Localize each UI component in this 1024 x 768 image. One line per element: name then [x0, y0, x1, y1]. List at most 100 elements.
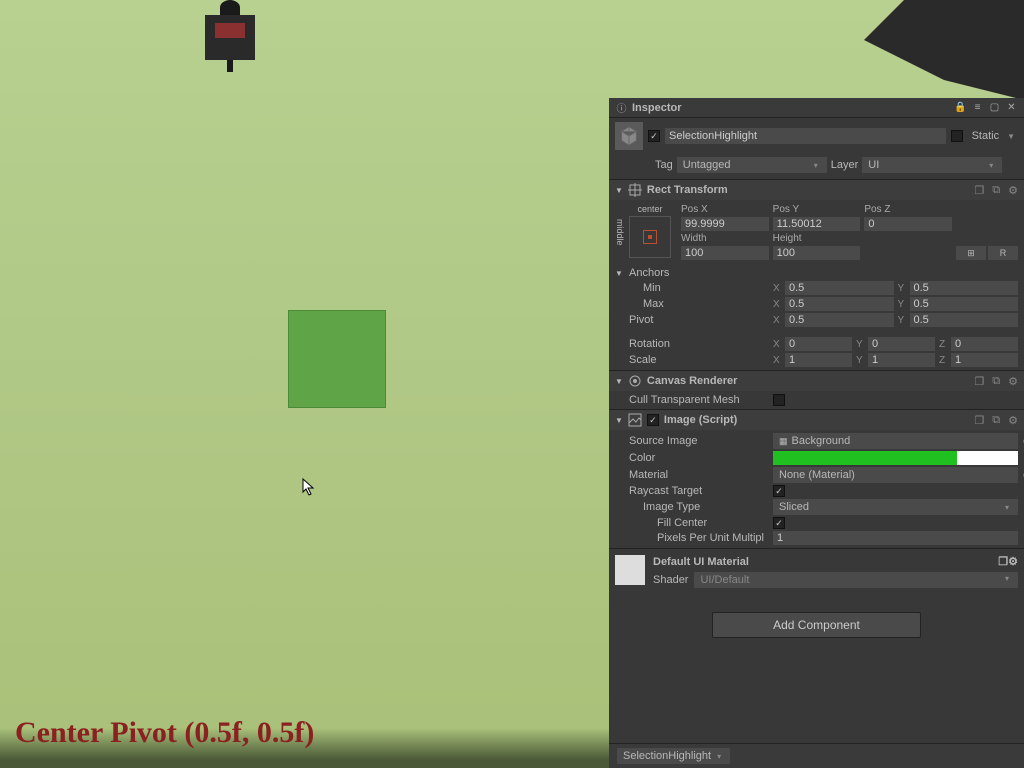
layer-dropdown[interactable]: UI▾	[862, 157, 1002, 173]
height-field[interactable]: 100	[773, 246, 861, 260]
gameobject-enabled-checkbox[interactable]: ✓	[648, 130, 660, 142]
tag-dropdown[interactable]: Untagged▾	[677, 157, 827, 173]
inspector-footer: SelectionHighlight ▾	[609, 743, 1024, 768]
scale-label: Scale	[629, 354, 769, 366]
static-label: Static	[972, 130, 1000, 142]
gameobject-name-field[interactable]: SelectionHighlight	[665, 128, 946, 144]
raw-edit-button[interactable]: R	[988, 246, 1018, 260]
inspector-panel: ⓘ Inspector 🔒 ≡ ▢ ✕ ✓ SelectionHighlight…	[609, 98, 1024, 768]
width-field[interactable]: 100	[681, 246, 769, 260]
inspector-title: Inspector	[632, 102, 682, 114]
anchors-label: Anchors	[629, 267, 769, 279]
color-label: Color	[629, 452, 769, 464]
posx-label: Pos X	[681, 204, 769, 215]
settings-icon[interactable]: ⚙	[1008, 555, 1018, 568]
scene-terrain	[824, 0, 1024, 100]
image-title: Image (Script)	[664, 414, 966, 426]
raycast-label: Raycast Target	[629, 485, 769, 497]
rect-transform-icon	[628, 183, 642, 197]
image-enabled-checkbox[interactable]: ✓	[647, 414, 659, 426]
blueprint-mode-button[interactable]: ⊞	[956, 246, 986, 260]
posx-field[interactable]: 99.9999	[681, 217, 769, 231]
height-label: Height	[773, 233, 861, 244]
fill-center-checkbox[interactable]: ✓	[773, 517, 785, 529]
anchor-preset-v-label: middle	[615, 204, 625, 260]
preset-icon[interactable]: ⧉	[992, 414, 1000, 427]
rotation-x[interactable]: 0	[785, 337, 852, 351]
material-label: Material	[629, 469, 769, 481]
static-checkbox[interactable]	[951, 130, 963, 142]
source-image-field[interactable]: ▦Background ⊙	[773, 433, 1018, 449]
image-type-label: Image Type	[629, 501, 769, 513]
anchor-min-x[interactable]: 0.5	[785, 281, 894, 295]
settings-icon[interactable]: ⚙	[1008, 184, 1018, 197]
close-icon[interactable]: ✕	[1005, 101, 1018, 114]
cull-mesh-checkbox[interactable]	[773, 394, 785, 406]
anchor-preset-button[interactable]	[629, 216, 671, 258]
preset-icon[interactable]: ⧉	[992, 184, 1000, 197]
source-image-label: Source Image	[629, 435, 769, 447]
rotation-label: Rotation	[629, 338, 769, 350]
ppu-field[interactable]: 1	[773, 531, 1018, 545]
shader-dropdown[interactable]: UI/Default▾	[694, 572, 1018, 588]
material-title: Default UI Material	[653, 556, 749, 568]
rotation-z[interactable]: 0	[951, 337, 1018, 351]
preset-icon[interactable]: ⧉	[992, 375, 1000, 388]
ppu-label: Pixels Per Unit Multipl	[629, 532, 769, 544]
anchor-max-y[interactable]: 0.5	[910, 297, 1019, 311]
selection-highlight-box[interactable]	[288, 310, 386, 408]
posy-label: Pos Y	[773, 204, 861, 215]
lock-icon[interactable]: 🔒	[954, 101, 967, 114]
anchor-max-label: Max	[629, 298, 769, 310]
posz-field[interactable]: 0	[864, 217, 952, 231]
image-icon	[628, 413, 642, 427]
material-section: Default UI Material ❐ ⚙ Shader UI/Defaul…	[609, 548, 1024, 594]
pivot-y[interactable]: 0.5	[910, 313, 1019, 327]
image-foldout[interactable]: ▼	[615, 416, 623, 425]
material-preview[interactable]	[615, 555, 645, 585]
rect-transform-title: Rect Transform	[647, 184, 966, 196]
anchors-foldout[interactable]: ▼	[615, 269, 625, 278]
help-icon[interactable]: ❐	[998, 555, 1008, 568]
cull-mesh-label: Cull Transparent Mesh	[629, 394, 769, 406]
help-icon[interactable]: ❐	[974, 375, 984, 388]
material-field[interactable]: None (Material) ⊙	[773, 467, 1018, 483]
scale-z[interactable]: 1	[951, 353, 1018, 367]
anchor-min-y[interactable]: 0.5	[910, 281, 1019, 295]
shader-label: Shader	[653, 574, 688, 586]
pivot-x[interactable]: 0.5	[785, 313, 894, 327]
rotation-y[interactable]: 0	[868, 337, 935, 351]
canvas-renderer-icon	[628, 374, 642, 388]
anchor-preset-h-label: center	[625, 204, 675, 214]
raycast-checkbox[interactable]: ✓	[773, 485, 785, 497]
anchor-max-x[interactable]: 0.5	[785, 297, 894, 311]
anchor-min-label: Min	[629, 282, 769, 294]
rect-transform-foldout[interactable]: ▼	[615, 186, 623, 195]
add-component-button[interactable]: Add Component	[712, 612, 921, 638]
pivot-label: Pivot	[629, 314, 769, 326]
static-dropdown-arrow[interactable]: ▼	[1004, 132, 1018, 141]
settings-icon[interactable]: ⚙	[1008, 375, 1018, 388]
settings-icon[interactable]: ⚙	[1008, 414, 1018, 427]
scale-x[interactable]: 1	[785, 353, 852, 367]
help-icon[interactable]: ❐	[974, 184, 984, 197]
caption-text: Center Pivot (0.5f, 0.5f)	[15, 716, 314, 750]
fill-center-label: Fill Center	[629, 517, 769, 529]
breadcrumb[interactable]: SelectionHighlight ▾	[617, 748, 730, 764]
color-field[interactable]: ✎	[773, 451, 1018, 465]
gameobject-icon[interactable]	[615, 122, 643, 150]
menu-icon[interactable]: ≡	[971, 101, 984, 114]
posy-field[interactable]: 11.50012	[773, 217, 861, 231]
scale-y[interactable]: 1	[868, 353, 935, 367]
inspector-header: ⓘ Inspector 🔒 ≡ ▢ ✕	[609, 98, 1024, 118]
width-label: Width	[681, 233, 769, 244]
image-type-dropdown[interactable]: Sliced▾	[773, 499, 1018, 515]
canvas-renderer-foldout[interactable]: ▼	[615, 377, 623, 386]
layer-label: Layer	[831, 159, 859, 171]
maximize-icon[interactable]: ▢	[988, 101, 1001, 114]
posz-label: Pos Z	[864, 204, 952, 215]
tag-label: Tag	[655, 159, 673, 171]
help-icon[interactable]: ❐	[974, 414, 984, 427]
canvas-renderer-title: Canvas Renderer	[647, 375, 966, 387]
rect-transform-component: ▼ Rect Transform ❐ ⧉ ⚙ middle center Pos…	[609, 179, 1024, 370]
